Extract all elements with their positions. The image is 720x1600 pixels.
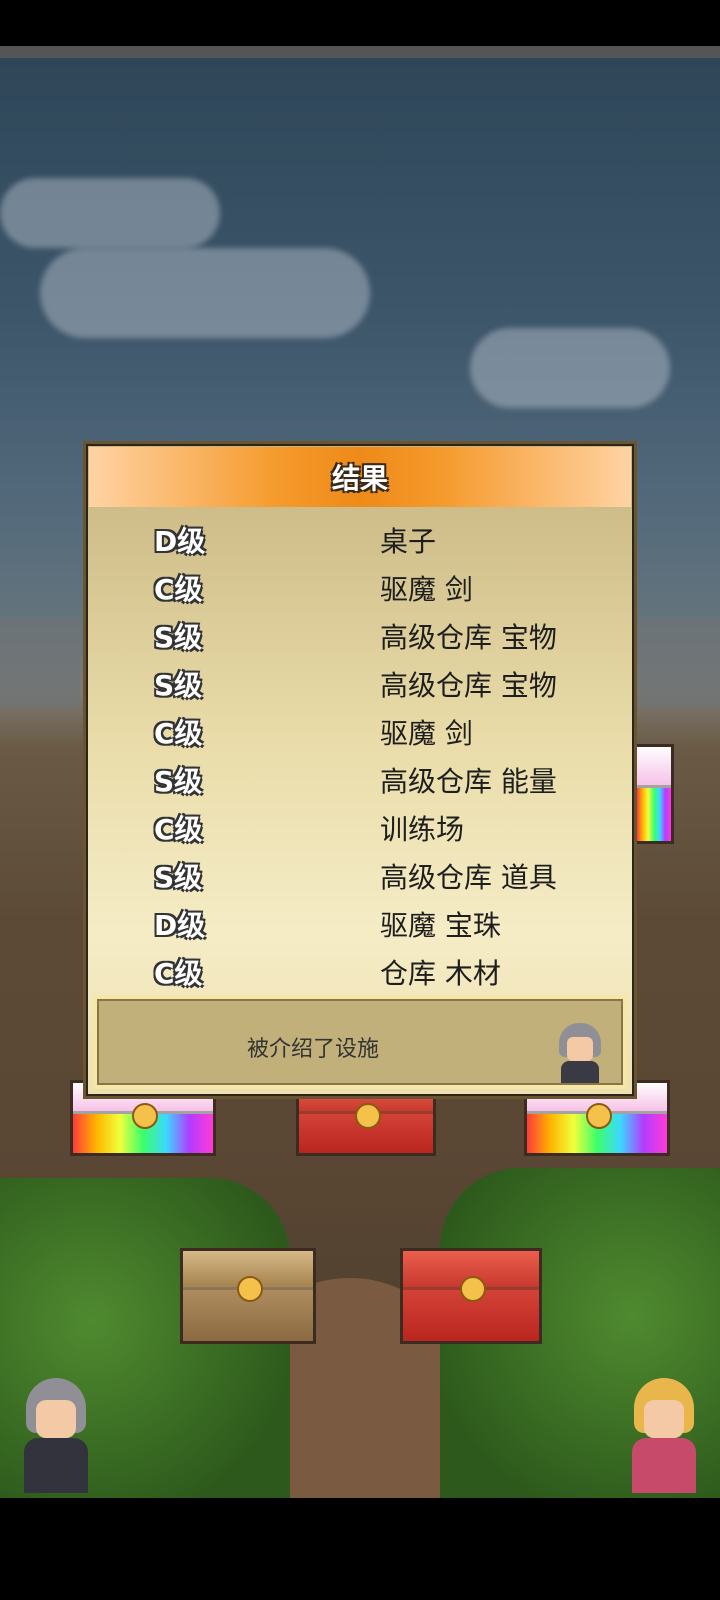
item-name: 驱魔 宝珠 xyxy=(380,909,501,942)
chest-lock-icon xyxy=(132,1102,158,1129)
result-row: C级 仓库 木材 xyxy=(86,946,640,994)
chest-lock-icon xyxy=(237,1276,263,1303)
grade-label: C级 xyxy=(154,717,203,750)
chest-lock-icon xyxy=(355,1102,381,1129)
cloud xyxy=(0,178,220,248)
narrator-body xyxy=(561,1061,599,1083)
chest-lock-icon xyxy=(586,1102,612,1129)
item-name: 高级仓库 道具 xyxy=(380,861,557,894)
result-row: C级 训练场 xyxy=(86,802,640,850)
result-row: D级 桌子 xyxy=(86,514,640,562)
status-bar xyxy=(0,0,720,46)
item-name: 高级仓库 宝物 xyxy=(380,621,557,654)
navigation-bar xyxy=(0,1498,720,1600)
rainbow-chest[interactable] xyxy=(634,744,674,844)
grade-label: C级 xyxy=(154,573,203,606)
red-chest[interactable] xyxy=(400,1248,542,1344)
character-body xyxy=(24,1438,88,1493)
grade-label: C级 xyxy=(154,957,203,990)
grade-label: D级 xyxy=(154,909,206,942)
message-text: 被介绍了设施 xyxy=(247,1037,380,1062)
result-row: C级 驱魔 剑 xyxy=(86,706,640,754)
item-name: 高级仓库 能量 xyxy=(380,765,557,798)
character-face xyxy=(36,1400,76,1438)
result-list: D级 桌子 C级 驱魔 剑 S级 高级仓库 宝物 S级 高级仓库 宝物 C级 驱… xyxy=(86,514,640,994)
item-name: 仓库 木材 xyxy=(380,957,501,990)
butler-character xyxy=(16,1378,96,1493)
result-row: S级 高级仓库 宝物 xyxy=(86,658,640,706)
dialog-title-bar: 结果 xyxy=(89,447,631,507)
cloud xyxy=(40,248,370,338)
ruins xyxy=(0,618,80,708)
grade-label: S级 xyxy=(154,861,203,894)
wooden-chest[interactable] xyxy=(180,1248,316,1344)
result-row: C级 驱魔 剑 xyxy=(86,562,640,610)
result-row: S级 高级仓库 道具 xyxy=(86,850,640,898)
dialog-title: 结果 xyxy=(331,462,388,495)
grade-label: S级 xyxy=(154,669,203,702)
item-name: 驱魔 剑 xyxy=(380,573,473,606)
cloud xyxy=(470,328,670,408)
result-row: D级 驱魔 宝珠 xyxy=(86,898,640,946)
result-dialog[interactable]: 结果 D级 桌子 C级 驱魔 剑 S级 高级仓库 宝物 S级 高级仓库 宝物 C… xyxy=(83,441,637,1099)
item-name: 高级仓库 宝物 xyxy=(380,669,557,702)
narrator-face xyxy=(567,1037,593,1061)
result-row: S级 高级仓库 能量 xyxy=(86,754,640,802)
grade-label: C级 xyxy=(154,813,203,846)
item-name: 驱魔 剑 xyxy=(380,717,473,750)
chest-lid xyxy=(637,747,671,788)
character-face xyxy=(644,1400,684,1438)
girl-character xyxy=(624,1378,704,1493)
grade-label: S级 xyxy=(154,621,203,654)
item-name: 桌子 xyxy=(380,525,437,558)
item-name: 训练场 xyxy=(380,813,465,846)
grade-label: D级 xyxy=(154,525,206,558)
narrator-avatar xyxy=(557,1023,603,1083)
grade-label: S级 xyxy=(154,765,203,798)
top-strip xyxy=(0,46,720,58)
chest-lock-icon xyxy=(460,1276,486,1303)
result-row: S级 高级仓库 宝物 xyxy=(86,610,640,658)
ruins xyxy=(630,618,720,708)
character-body xyxy=(632,1438,696,1493)
message-box[interactable]: 被介绍了设施 xyxy=(93,995,627,1089)
